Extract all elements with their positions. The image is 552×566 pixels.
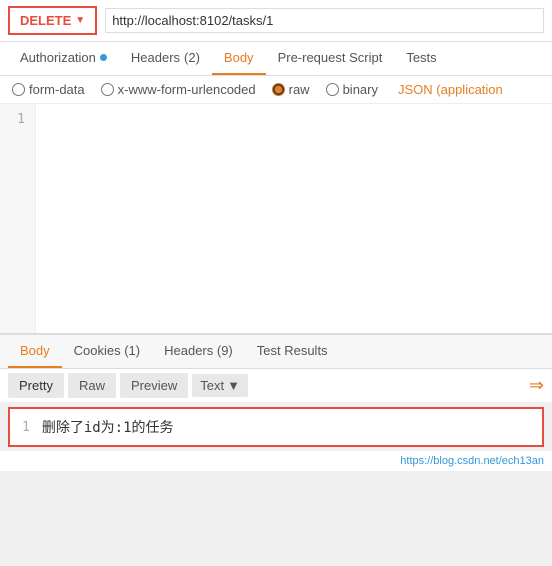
sub-tab-raw[interactable]: Raw <box>68 373 116 398</box>
url-input[interactable] <box>105 8 544 33</box>
result-row: 1 删除了id为:1的任务 <box>8 407 544 447</box>
radio-binary[interactable]: binary <box>326 82 378 97</box>
resp-tab-headers[interactable]: Headers (9) <box>152 335 245 368</box>
tab-tests-label: Tests <box>406 50 436 65</box>
line-numbers: 1 <box>0 104 36 333</box>
resp-tab-body-label: Body <box>20 343 50 358</box>
watermark: https://blog.csdn.net/ech13an <box>0 451 552 471</box>
result-line-number: 1 <box>22 420 30 435</box>
radio-urlencoded-input[interactable] <box>101 83 114 96</box>
resp-tab-body[interactable]: Body <box>8 335 62 368</box>
sub-tab-preview-label: Preview <box>131 378 177 393</box>
radio-raw-input[interactable] <box>272 83 285 96</box>
tab-headers[interactable]: Headers (2) <box>119 42 212 75</box>
radio-urlencoded[interactable]: x-www-form-urlencoded <box>101 82 256 97</box>
request-tabs: Authorization Headers (2) Body Pre-reque… <box>0 42 552 76</box>
sub-tab-pretty[interactable]: Pretty <box>8 373 64 398</box>
radio-form-data[interactable]: form-data <box>12 82 85 97</box>
json-type-label: JSON (application <box>398 82 503 97</box>
tab-tests[interactable]: Tests <box>394 42 448 75</box>
resp-tab-test-results-label: Test Results <box>257 343 328 358</box>
method-label: DELETE <box>20 13 71 28</box>
watermark-text: https://blog.csdn.net/ech13an <box>400 455 544 467</box>
sub-tab-text-label: Text <box>200 378 224 393</box>
sub-tab-raw-label: Raw <box>79 378 105 393</box>
radio-urlencoded-label: x-www-form-urlencoded <box>118 82 256 97</box>
radio-form-data-label: form-data <box>29 82 85 97</box>
wrap-icon[interactable]: ⇒ <box>529 375 544 396</box>
radio-binary-input[interactable] <box>326 83 339 96</box>
tab-body-label: Body <box>224 50 254 65</box>
radio-binary-label: binary <box>343 82 378 97</box>
tab-pre-request[interactable]: Pre-request Script <box>266 42 395 75</box>
tab-pre-request-label: Pre-request Script <box>278 50 383 65</box>
sub-tab-preview[interactable]: Preview <box>120 373 188 398</box>
code-editor: 1 <box>0 104 552 334</box>
chevron-down-icon: ▼ <box>75 15 85 26</box>
top-bar: DELETE ▼ <box>0 0 552 42</box>
resp-tab-headers-label: Headers (9) <box>164 343 233 358</box>
sub-tab-text-dropdown[interactable]: Text ▼ <box>192 374 248 397</box>
authorization-dot <box>100 54 107 61</box>
body-type-row: form-data x-www-form-urlencoded raw bina… <box>0 76 552 104</box>
response-tabs: Body Cookies (1) Headers (9) Test Result… <box>0 334 552 369</box>
tab-authorization[interactable]: Authorization <box>8 42 119 75</box>
code-content[interactable] <box>36 104 552 333</box>
method-button[interactable]: DELETE ▼ <box>8 6 97 35</box>
resp-tab-cookies-label: Cookies (1) <box>74 343 140 358</box>
result-text: 删除了id为:1的任务 <box>42 417 174 437</box>
tab-headers-label: Headers <box>131 50 180 65</box>
sub-tab-pretty-label: Pretty <box>19 378 53 393</box>
text-chevron-icon: ▼ <box>227 378 240 393</box>
tab-body[interactable]: Body <box>212 42 266 75</box>
radio-form-data-input[interactable] <box>12 83 25 96</box>
radio-raw[interactable]: raw <box>272 82 310 97</box>
tab-authorization-label: Authorization <box>20 50 96 65</box>
resp-tab-test-results[interactable]: Test Results <box>245 335 340 368</box>
resp-tab-cookies[interactable]: Cookies (1) <box>62 335 152 368</box>
resp-sub-tabs: Pretty Raw Preview Text ▼ ⇒ <box>0 369 552 403</box>
headers-badge: (2) <box>184 50 200 65</box>
radio-raw-label: raw <box>289 82 310 97</box>
line-number-1: 1 <box>17 112 25 127</box>
